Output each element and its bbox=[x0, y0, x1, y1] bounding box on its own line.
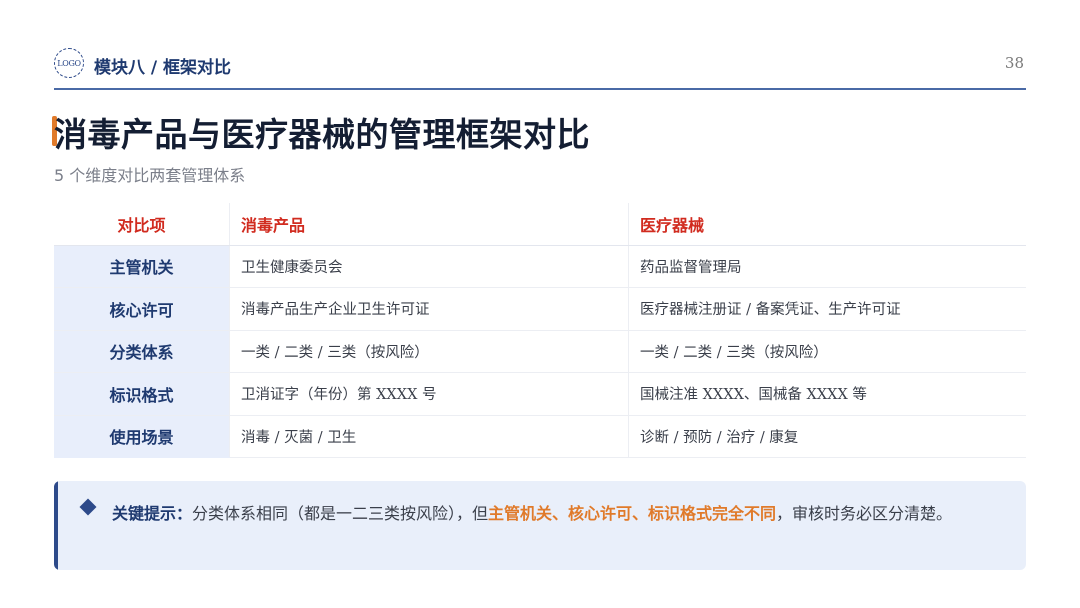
table-cell: 诊断 / 预防 / 治疗 / 康复 bbox=[628, 415, 1026, 458]
column-header-disinfection: 消毒产品 bbox=[229, 203, 629, 246]
table-row: 主管机关 卫生健康委员会 药品监督管理局 bbox=[54, 245, 1026, 288]
row-label: 主管机关 bbox=[54, 245, 230, 288]
column-header-item: 对比项 bbox=[54, 203, 230, 246]
table-cell: 医疗器械注册证 / 备案凭证、生产许可证 bbox=[628, 287, 1026, 331]
diamond-icon bbox=[79, 498, 97, 516]
table-row: 分类体系 一类 / 二类 / 三类（按风险） 一类 / 二类 / 三类（按风险） bbox=[54, 330, 1026, 373]
tip-text-after: ，审核时务必区分清楚。 bbox=[776, 504, 953, 523]
row-label: 分类体系 bbox=[54, 330, 230, 373]
table-cell: 消毒产品生产企业卫生许可证 bbox=[229, 287, 629, 331]
tip-highlight: 主管机关、核心许可、标识格式完全不同 bbox=[488, 504, 777, 523]
header-divider bbox=[54, 88, 1026, 90]
page-subtitle: 5 个维度对比两套管理体系 bbox=[54, 166, 246, 185]
table-cell: 国械注准 XXXX、国械备 XXXX 等 bbox=[628, 372, 1026, 416]
row-label: 核心许可 bbox=[54, 287, 230, 331]
table-header-row: 对比项 消毒产品 医疗器械 bbox=[54, 203, 1026, 246]
tip-accent-bar bbox=[54, 481, 58, 570]
table-cell: 一类 / 二类 / 三类（按风险） bbox=[229, 330, 629, 373]
table-cell: 消毒 / 灭菌 / 卫生 bbox=[229, 415, 629, 458]
key-tip-box: 关键提示：分类体系相同（都是一二三类按风险），但主管机关、核心许可、标识格式完全… bbox=[54, 481, 1026, 570]
page-number: 38 bbox=[1004, 54, 1024, 72]
module-breadcrumb: 模块八 / 框架对比 bbox=[94, 58, 232, 78]
logo: LOGO bbox=[54, 48, 84, 78]
slide-header: LOGO 模块八 / 框架对比 38 bbox=[54, 46, 1026, 90]
table-cell: 卫生健康委员会 bbox=[229, 245, 629, 288]
tip-text: 关键提示：分类体系相同（都是一二三类按风险），但主管机关、核心许可、标识格式完全… bbox=[112, 499, 1008, 528]
table-cell: 药品监督管理局 bbox=[628, 245, 1026, 288]
tip-label: 关键提示： bbox=[112, 504, 193, 523]
table-row: 核心许可 消毒产品生产企业卫生许可证 医疗器械注册证 / 备案凭证、生产许可证 bbox=[54, 287, 1026, 331]
row-label: 使用场景 bbox=[54, 415, 230, 458]
table-cell: 卫消证字（年份）第 XXXX 号 bbox=[229, 372, 629, 416]
table-cell: 一类 / 二类 / 三类（按风险） bbox=[628, 330, 1026, 373]
row-label: 标识格式 bbox=[54, 372, 230, 416]
table-row: 使用场景 消毒 / 灭菌 / 卫生 诊断 / 预防 / 治疗 / 康复 bbox=[54, 415, 1026, 458]
table-row: 标识格式 卫消证字（年份）第 XXXX 号 国械注准 XXXX、国械备 XXXX… bbox=[54, 372, 1026, 416]
column-header-medical-device: 医疗器械 bbox=[628, 203, 1026, 246]
tip-text-before: 分类体系相同（都是一二三类按风险），但 bbox=[192, 504, 489, 523]
page-title: 消毒产品与医疗器械的管理框架对比 bbox=[54, 115, 590, 154]
comparison-table: 对比项 消毒产品 医疗器械 主管机关 卫生健康委员会 药品监督管理局 核心许可 … bbox=[54, 203, 1026, 458]
